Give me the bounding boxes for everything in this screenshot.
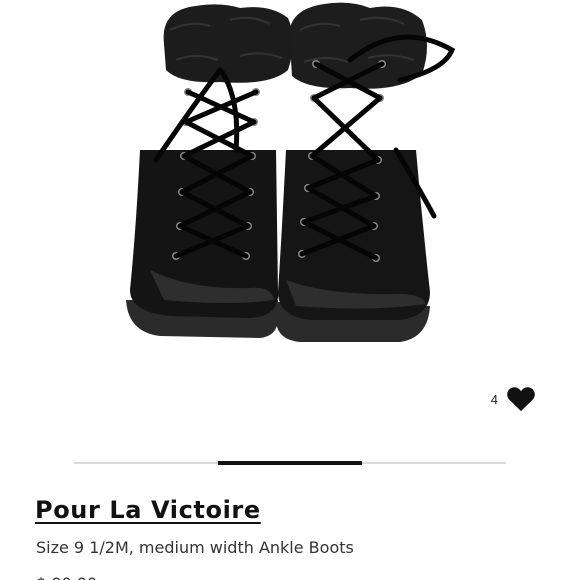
brand-link[interactable]: Pour La Victoire <box>35 496 261 524</box>
heart-icon[interactable] <box>506 386 536 412</box>
like-control[interactable]: 4 <box>491 386 536 412</box>
carousel-active-indicator[interactable] <box>218 461 362 465</box>
listing-price: $ 00.00 <box>36 574 97 580</box>
listing-description: Size 9 1/2M, medium width Ankle Boots <box>36 538 354 557</box>
product-photo[interactable] <box>100 0 480 360</box>
product-listing-page: 4 Pour La Victoire Size 9 1/2M, medium w… <box>0 0 580 580</box>
left-boot <box>126 4 293 338</box>
right-boot <box>276 2 456 342</box>
like-count: 4 <box>490 391 498 407</box>
